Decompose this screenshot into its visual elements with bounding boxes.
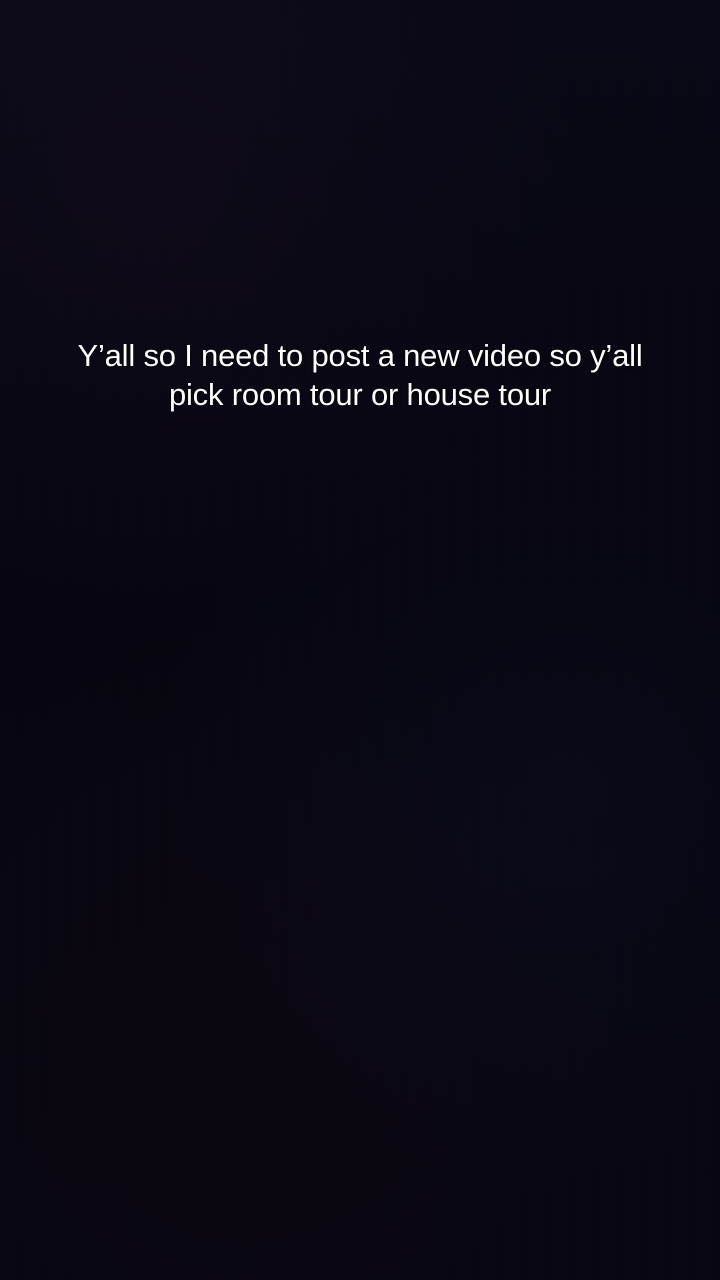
caption-line-1: Y’all so I need to post a new video so y… — [77, 338, 643, 373]
story-caption: Y’all so I need to post a new video so y… — [40, 336, 680, 414]
caption-line-2: pick room tour or house tour — [168, 377, 552, 412]
story-background: Y’all so I need to post a new video so y… — [0, 0, 720, 1280]
